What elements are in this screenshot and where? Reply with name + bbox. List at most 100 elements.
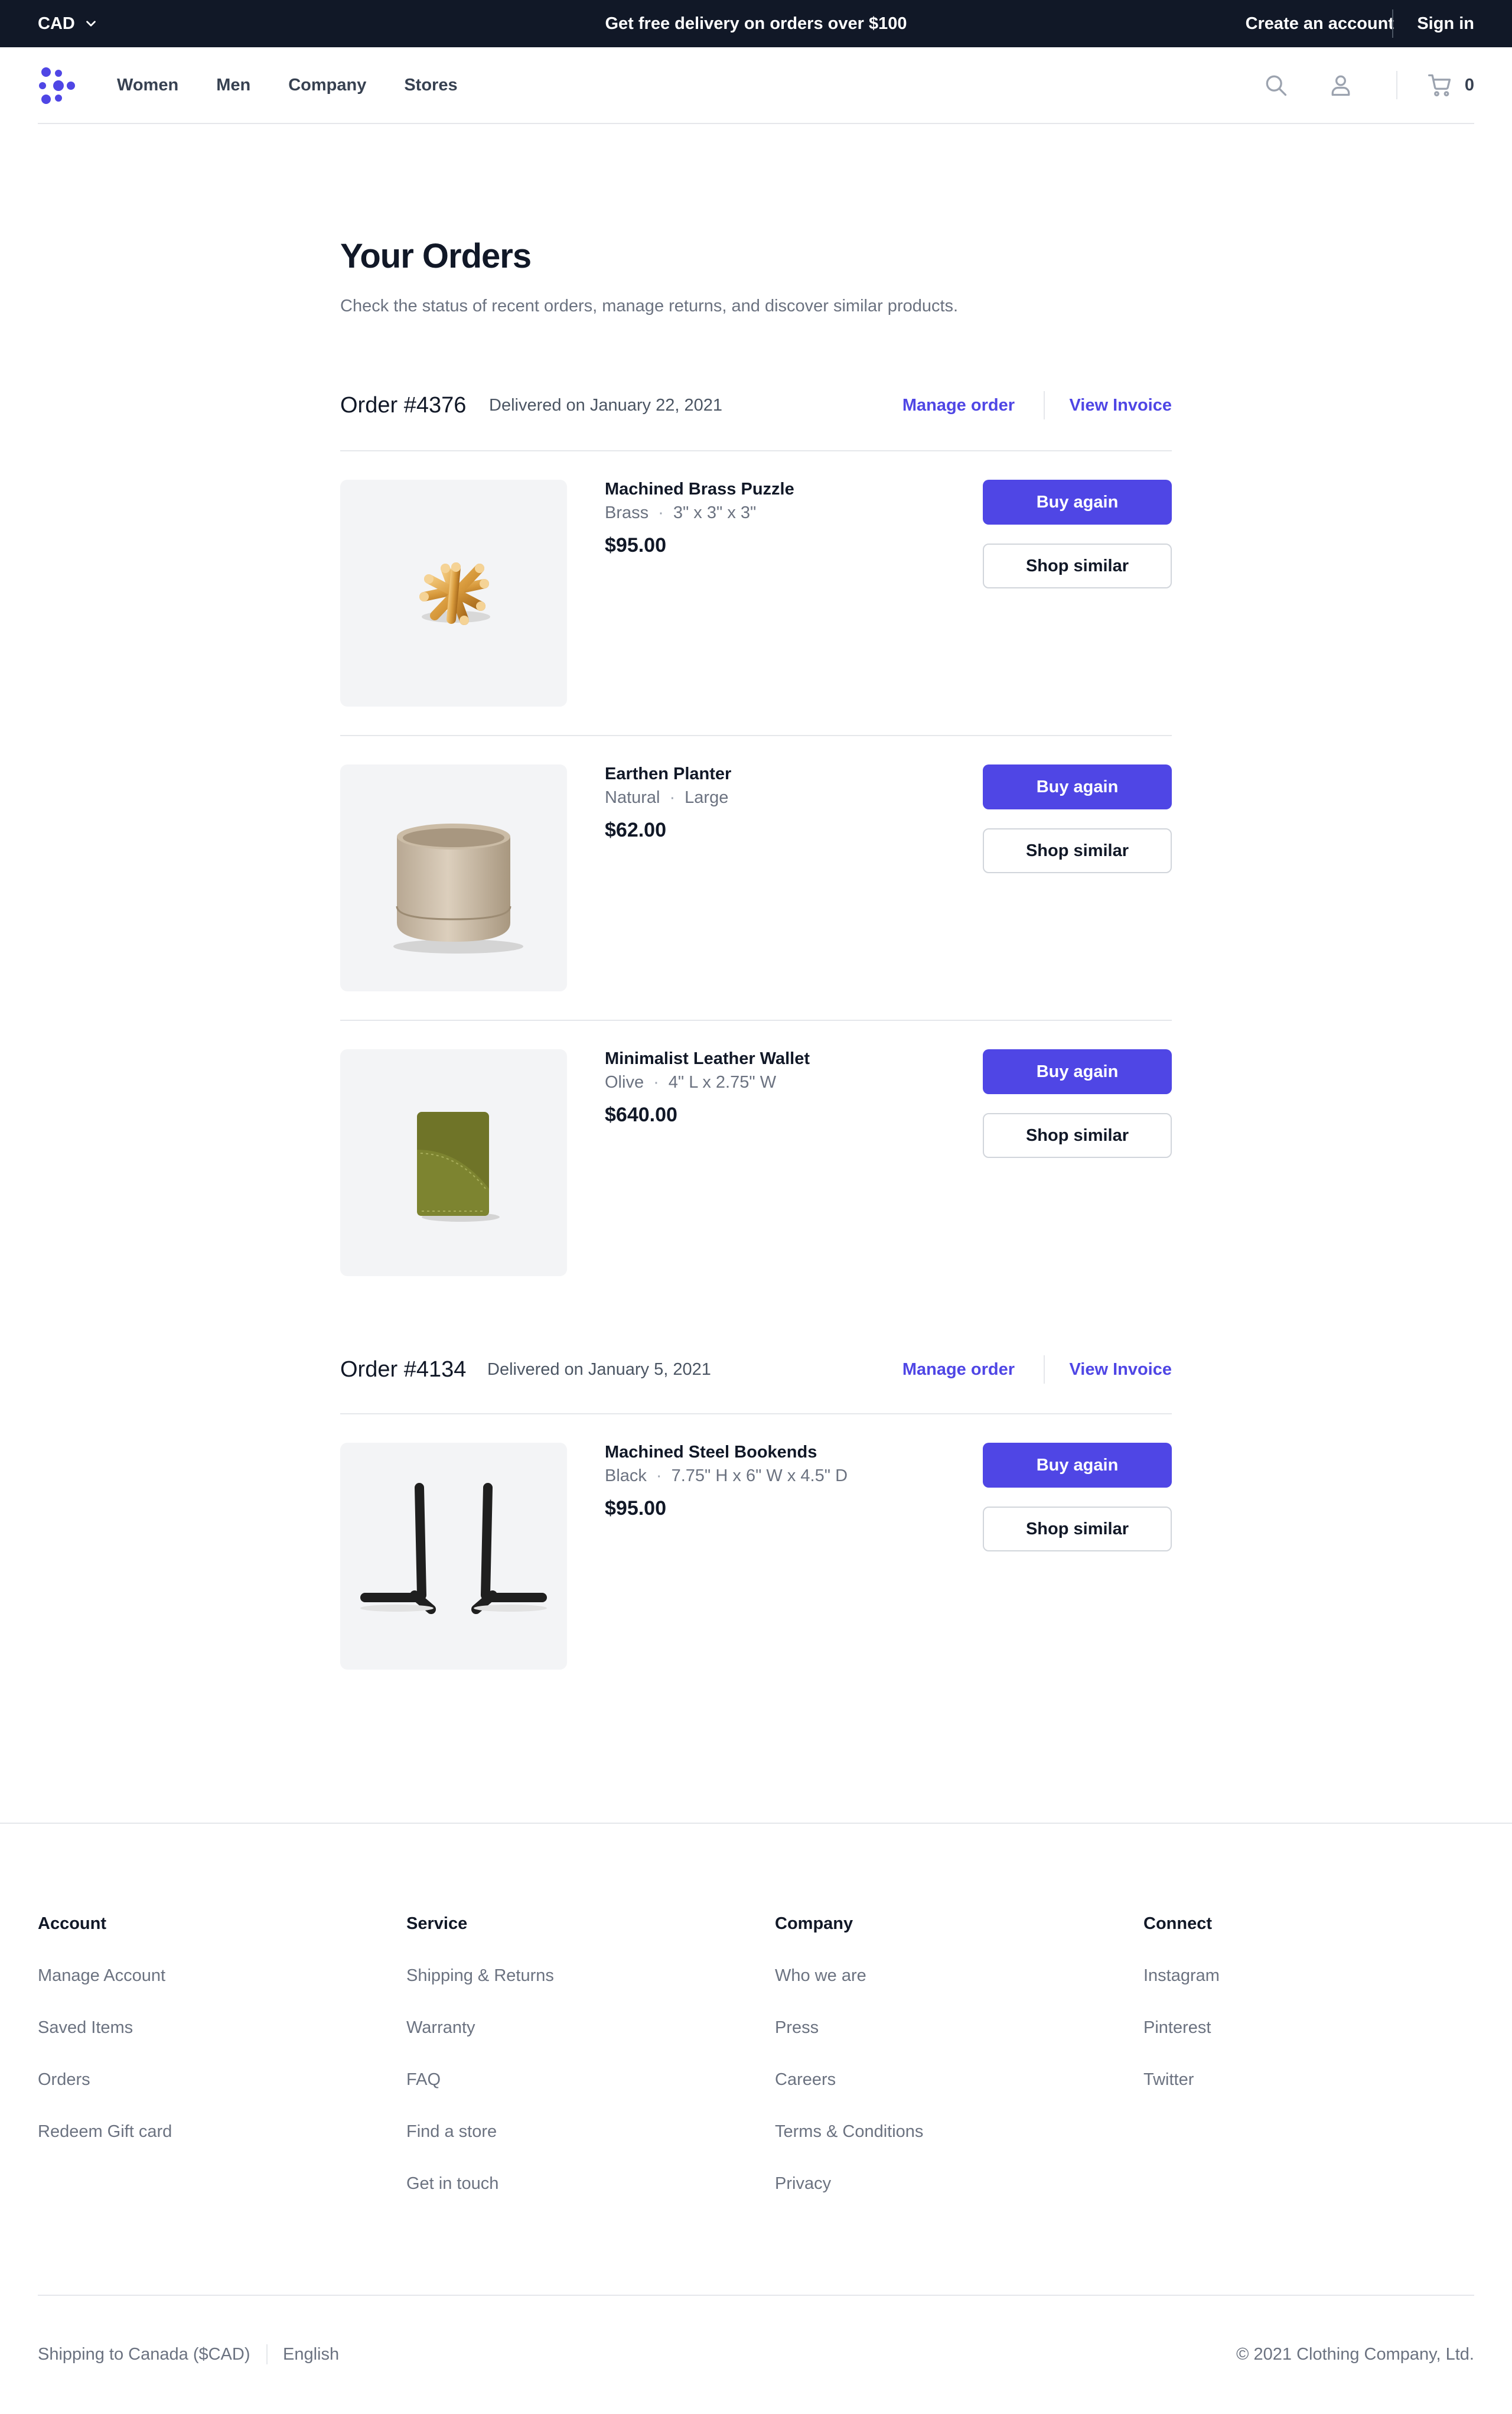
order-item: Minimalist Leather Wallet Olive · 4" L x 2… [340, 1049, 1172, 1277]
shop-similar-button[interactable]: Shop similar [983, 828, 1172, 873]
page-subtitle: Check the status of recent orders, manag… [340, 297, 959, 315]
manage-order-link[interactable]: Manage order [902, 382, 1015, 429]
footer-column-service: Service Shipping & Returns Warranty FAQ … [406, 1914, 713, 2226]
footer-link[interactable]: Manage Account [38, 1966, 345, 2018]
separator-dot: · [656, 1466, 662, 1485]
page-title: Your Orders [340, 237, 532, 275]
order-header: Order #4134 Delivered on January 5, 2021… [340, 1346, 1172, 1393]
shipping-region[interactable]: Shipping to Canada ($CAD) [38, 2340, 250, 2369]
sign-in-link[interactable]: Sign in [1417, 0, 1474, 47]
footer-link[interactable]: Get in touch [406, 2174, 713, 2226]
order-link-divider [1044, 391, 1045, 419]
order-link-divider [1044, 1355, 1045, 1384]
footer-link[interactable]: Find a store [406, 2122, 713, 2174]
top-banner: CAD Get free delivery on orders over $10… [0, 0, 1512, 47]
order-divider [340, 450, 1172, 451]
logo-icon[interactable] [38, 65, 79, 106]
product-color: Brass [605, 503, 649, 522]
product-color: Black [605, 1466, 647, 1485]
user-icon[interactable] [1327, 71, 1355, 99]
product-price: $640.00 [605, 1104, 677, 1126]
footer-link[interactable]: Careers [775, 2070, 1082, 2122]
nav-item-men[interactable]: Men [216, 76, 250, 95]
product-size: Large [685, 788, 729, 807]
separator-dot: · [669, 788, 676, 807]
product-image-earthen-planter[interactable] [340, 764, 567, 991]
footer-divider [0, 1823, 1512, 1824]
header-divider [1396, 71, 1397, 99]
footer-column-title: Company [775, 1914, 853, 1933]
buy-again-button[interactable]: Buy again [983, 480, 1172, 525]
order-delivery-date: Delivered on January 22, 2021 [489, 395, 722, 415]
copyright: © 2021 Clothing Company, Ltd. [1236, 2344, 1474, 2364]
product-name[interactable]: Machined Brass Puzzle [605, 480, 794, 499]
view-invoice-link[interactable]: View Invoice [1069, 382, 1172, 429]
product-options: Olive · 4" L x 2.75" W [605, 1073, 776, 1092]
nav-item-women[interactable]: Women [117, 76, 178, 95]
buy-again-button[interactable]: Buy again [983, 1049, 1172, 1094]
footer-bottom-bar: Shipping to Canada ($CAD) English © 2021… [38, 2340, 1474, 2369]
order-number: Order #4134 [340, 1356, 467, 1382]
product-color: Natural [605, 788, 660, 807]
create-account-link[interactable]: Create an account [1246, 0, 1394, 47]
footer-link[interactable]: Warranty [406, 2018, 713, 2070]
footer-link[interactable]: Privacy [775, 2174, 1082, 2226]
footer-link[interactable]: Terms & Conditions [775, 2122, 1082, 2174]
footer-bottom-separator [266, 2344, 268, 2364]
footer-column-account: Account Manage Account Saved Items Order… [38, 1914, 345, 2174]
cart-button[interactable]: 0 [1426, 71, 1474, 99]
shop-similar-button[interactable]: Shop similar [983, 1113, 1172, 1158]
product-name[interactable]: Minimalist Leather Wallet [605, 1049, 810, 1069]
footer-column-title: Account [38, 1914, 106, 1933]
product-name[interactable]: Machined Steel Bookends [605, 1443, 817, 1462]
product-options: Natural · Large [605, 788, 728, 808]
footer-bottom-divider [38, 2295, 1474, 2296]
order-divider [340, 1413, 1172, 1414]
footer-link[interactable]: Shipping & Returns [406, 1966, 713, 2018]
separator-dot: · [653, 1073, 659, 1092]
language-selector[interactable]: English [283, 2340, 339, 2369]
search-icon[interactable] [1262, 71, 1290, 99]
product-price: $95.00 [605, 534, 666, 557]
order-delivery-date: Delivered on January 5, 2021 [487, 1359, 711, 1379]
product-image-brass-puzzle[interactable] [340, 480, 567, 707]
manage-order-link[interactable]: Manage order [902, 1346, 1015, 1393]
footer-link[interactable]: Instagram [1143, 1966, 1451, 2018]
order-header: Order #4376 Delivered on January 22, 202… [340, 382, 1172, 429]
footer-link[interactable]: Press [775, 2018, 1082, 2070]
item-divider [340, 1020, 1172, 1021]
separator-dot: · [658, 503, 664, 522]
product-options: Brass · 3" x 3" x 3" [605, 503, 756, 523]
footer-column-company: Company Who we are Press Careers Terms &… [775, 1914, 1082, 2226]
buy-again-button[interactable]: Buy again [983, 764, 1172, 809]
view-invoice-link[interactable]: View Invoice [1069, 1346, 1172, 1393]
footer-column-title: Service [406, 1914, 468, 1933]
product-image-steel-bookends[interactable] [340, 1443, 567, 1670]
footer-link[interactable]: Twitter [1143, 2070, 1451, 2122]
product-color: Olive [605, 1073, 644, 1092]
footer-link[interactable]: Redeem Gift card [38, 2122, 345, 2174]
cart-count: 0 [1464, 75, 1474, 95]
footer-column-title: Connect [1143, 1914, 1212, 1933]
product-image-leather-wallet[interactable] [340, 1049, 567, 1276]
footer-link[interactable]: Orders [38, 2070, 345, 2122]
banner-divider [1392, 9, 1393, 38]
product-size: 4" L x 2.75" W [668, 1073, 777, 1092]
footer-link[interactable]: FAQ [406, 2070, 713, 2122]
main-nav: Women Men Company Stores [117, 47, 458, 123]
footer-link[interactable]: Pinterest [1143, 2018, 1451, 2070]
site-header: Women Men Company Stores 0 [38, 47, 1474, 124]
footer-link[interactable]: Who we are [775, 1966, 1082, 2018]
shop-similar-button[interactable]: Shop similar [983, 1507, 1172, 1551]
product-size: 7.75" H x 6" W x 4.5" D [671, 1466, 848, 1485]
shop-similar-button[interactable]: Shop similar [983, 544, 1172, 588]
footer-link[interactable]: Saved Items [38, 2018, 345, 2070]
nav-item-company[interactable]: Company [288, 76, 366, 95]
product-price: $62.00 [605, 819, 666, 841]
order-item: Machined Steel Bookends Black · 7.75" H x … [340, 1443, 1172, 1671]
nav-item-stores[interactable]: Stores [404, 76, 457, 95]
cart-icon [1426, 71, 1454, 99]
product-name[interactable]: Earthen Planter [605, 764, 731, 784]
footer-column-connect: Connect Instagram Pinterest Twitter [1143, 1914, 1451, 2122]
buy-again-button[interactable]: Buy again [983, 1443, 1172, 1488]
